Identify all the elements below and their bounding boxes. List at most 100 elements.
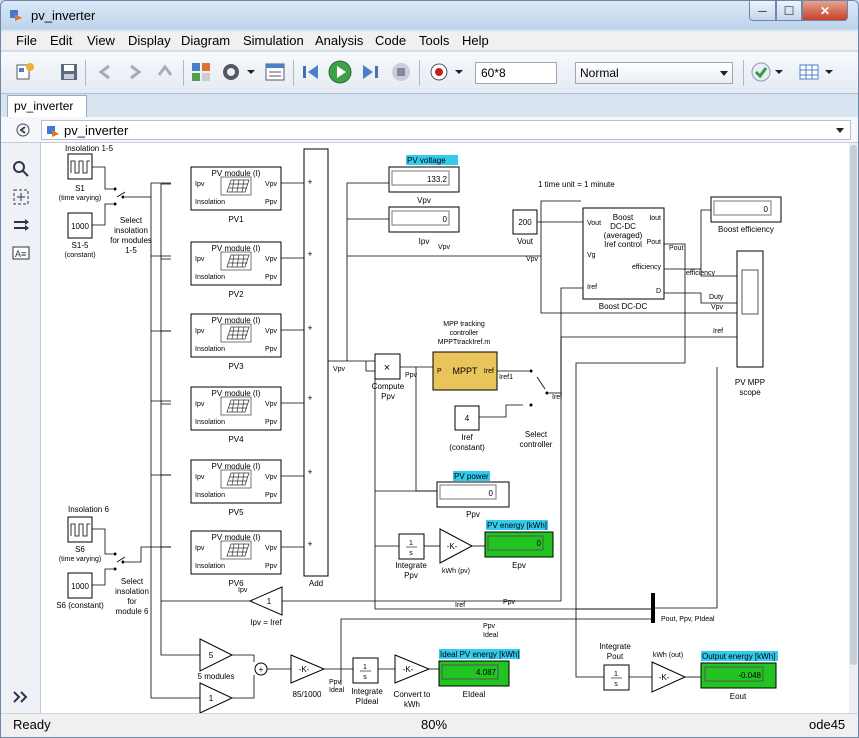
record-icon[interactable] xyxy=(427,60,451,84)
tab-pv-inverter[interactable]: pv_inverter xyxy=(7,95,87,117)
signal-arrow-icon[interactable] xyxy=(11,215,31,235)
insolation-top-label: Insolation 1-5 xyxy=(65,144,114,153)
epv-label: Epv xyxy=(512,561,526,570)
pv-module-3[interactable]: PV module (I)Ipv VpvInsolation Ppv xyxy=(190,313,304,358)
menu-file[interactable]: File xyxy=(16,33,37,48)
vout-constant[interactable]: 200 xyxy=(512,209,538,235)
integrate-pout-block[interactable]: 1s xyxy=(603,664,630,691)
pv-module-4[interactable]: PV module (I)Ipv VpvInsolation Ppv xyxy=(190,386,304,431)
model-advisor-check-icon[interactable] xyxy=(749,60,773,84)
run-button[interactable] xyxy=(328,60,352,84)
kwh-pv-gain[interactable]: -K- xyxy=(439,528,474,564)
select-insolation6-switch[interactable] xyxy=(113,552,125,571)
zoom-icon[interactable] xyxy=(11,159,31,179)
add-block[interactable] xyxy=(303,148,329,577)
gain-5-modules[interactable]: 5 xyxy=(199,638,234,672)
up-icon[interactable] xyxy=(153,60,177,84)
mppt-port-iref: Iref xyxy=(484,368,494,375)
integrate-ppv-block[interactable]: 1s xyxy=(398,533,425,560)
output-energy-display[interactable]: -0.048 xyxy=(700,662,777,689)
select-label-4: 1-5 xyxy=(125,246,137,255)
gain-85-1000[interactable]: -K- xyxy=(290,654,326,684)
compute-ppv-product[interactable]: × xyxy=(374,353,401,380)
tab-strip: pv_inverter xyxy=(1,95,858,117)
s15-constant[interactable]: 1000 xyxy=(67,212,93,239)
record-options-chevron-icon[interactable] xyxy=(453,60,465,84)
pv-module-6[interactable]: PV module (I)Ipv VpvInsolation Ppv xyxy=(190,530,304,575)
menu-edit[interactable]: Edit xyxy=(50,33,72,48)
select-controller-label-1: Select xyxy=(525,430,548,439)
stop-button[interactable] xyxy=(389,60,413,84)
model-explorer-icon[interactable] xyxy=(263,60,287,84)
boost-efficiency-label: Boost efficiency xyxy=(718,225,774,234)
menu-view[interactable]: View xyxy=(87,33,115,48)
title-bar: pv_inverter ─ ☐ ✕ xyxy=(1,1,858,29)
library-browser-icon[interactable] xyxy=(189,60,213,84)
forward-icon[interactable] xyxy=(123,60,147,84)
convert-kwh-gain[interactable]: -K- xyxy=(394,654,431,684)
data-grid-icon[interactable] xyxy=(797,60,821,84)
boost-efficiency-display[interactable]: 0 xyxy=(710,196,782,223)
minimize-button[interactable]: ─ xyxy=(749,1,776,21)
pv-module-5[interactable]: PV module (I)Ipv VpvInsolation Ppv xyxy=(190,459,304,504)
model-canvas[interactable]: 1 time unit = 1 minute Insolation 1-5 S1… xyxy=(41,143,849,713)
model-path-breadcrumb[interactable]: pv_inverter xyxy=(41,120,851,140)
pv-module-1[interactable]: PV module (I)Ipv VpvInsolation Ppv xyxy=(190,166,304,211)
menu-diagram[interactable]: Diagram xyxy=(181,33,230,48)
mppt-controller-block[interactable]: MPPT P Iref xyxy=(432,351,498,391)
ipv-iref-gain[interactable]: 1 xyxy=(248,586,283,616)
explorer-bar: pv_inverter xyxy=(1,117,858,143)
fit-to-view-icon[interactable] xyxy=(11,187,31,207)
back-icon[interactable] xyxy=(93,60,117,84)
chevron-down-icon[interactable] xyxy=(836,128,844,133)
select-insolation-switch[interactable] xyxy=(113,187,125,206)
maximize-button[interactable]: ☐ xyxy=(776,1,802,21)
pv-power-tag: PV power xyxy=(454,472,489,481)
annotation-icon[interactable]: A≡ xyxy=(11,243,31,263)
menu-help[interactable]: Help xyxy=(462,33,489,48)
simulation-mode-select[interactable]: Normal xyxy=(575,62,733,84)
svg-text:Ppv: Ppv xyxy=(265,199,278,206)
menu-code[interactable]: Code xyxy=(375,33,406,48)
s1-signal-builder[interactable] xyxy=(67,153,93,180)
select6-label-1: Select xyxy=(121,577,144,586)
select-controller-switch[interactable] xyxy=(529,369,549,407)
save-icon[interactable] xyxy=(57,60,81,84)
gain-1[interactable]: 1 xyxy=(199,682,234,713)
step-forward-icon[interactable] xyxy=(358,60,382,84)
mux-block[interactable] xyxy=(651,593,655,623)
chevron-down-icon[interactable] xyxy=(245,60,257,84)
pv-mpp-scope[interactable] xyxy=(736,250,764,368)
s6-constant[interactable]: 1000 xyxy=(67,572,93,599)
ideal-energy-display[interactable]: 4.087 xyxy=(438,660,510,687)
pv-energy-display[interactable]: 0 xyxy=(484,531,554,558)
sum-block[interactable]: + xyxy=(254,662,268,676)
menu-simulation[interactable]: Simulation xyxy=(243,33,304,48)
expand-palette-icon[interactable] xyxy=(11,687,31,707)
pv-power-display[interactable]: 0 xyxy=(436,481,510,508)
vertical-scrollbar[interactable] xyxy=(849,143,858,713)
kwh-out-gain[interactable]: -K- xyxy=(651,661,687,693)
integrate-pideal-block[interactable]: 1s xyxy=(352,657,379,684)
ipv-display[interactable]: 0 xyxy=(388,206,460,233)
stop-time-input[interactable] xyxy=(475,62,557,84)
svg-text:Ppv: Ppv xyxy=(265,492,278,499)
s6-signal-builder[interactable] xyxy=(67,516,93,543)
settings-gear-icon[interactable] xyxy=(219,60,243,84)
svg-text:1: 1 xyxy=(209,694,214,703)
pv-module-2[interactable]: PV module (I)Ipv VpvInsolation Ppv xyxy=(190,241,304,286)
advisor-options-chevron-icon[interactable] xyxy=(773,60,785,84)
new-model-icon[interactable] xyxy=(13,60,37,84)
iref-constant[interactable]: 4 xyxy=(454,405,480,431)
menu-tools[interactable]: Tools xyxy=(419,33,449,48)
kwh-out-label: kWh (out) xyxy=(653,652,683,659)
hide-explorer-icon[interactable] xyxy=(15,122,31,138)
scrollbar-thumb[interactable] xyxy=(850,145,857,665)
menu-analysis[interactable]: Analysis xyxy=(315,33,363,48)
menu-display[interactable]: Display xyxy=(128,33,171,48)
output-energy-value: -0.048 xyxy=(738,671,761,680)
close-button[interactable]: ✕ xyxy=(802,1,848,21)
grid-options-chevron-icon[interactable] xyxy=(823,60,835,84)
pv-voltage-display[interactable]: 133.2 xyxy=(388,166,460,193)
step-back-icon[interactable] xyxy=(299,60,323,84)
